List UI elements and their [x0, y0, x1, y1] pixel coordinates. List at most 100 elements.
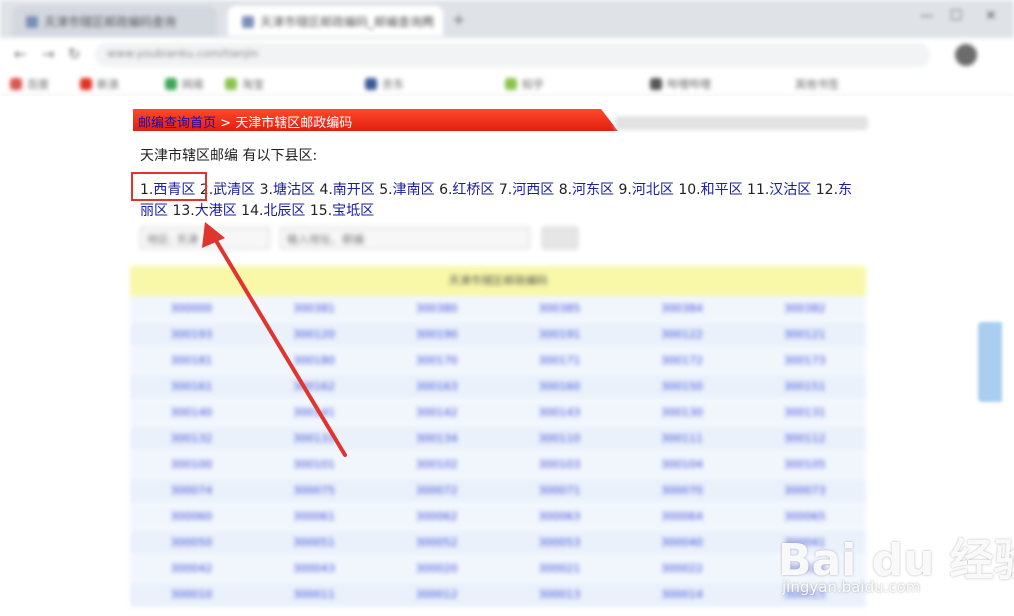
zip-code-link[interactable]: 300062 [375, 504, 498, 529]
zip-code-link[interactable]: 300134 [375, 426, 498, 451]
bookmark-item[interactable]: 网易 [165, 76, 204, 92]
zip-code-link[interactable]: 300382 [743, 296, 866, 321]
zip-code-link[interactable]: 300023 [743, 556, 866, 581]
district-link-hongqiao[interactable]: 红桥区 [452, 182, 494, 198]
zip-code-link[interactable]: 300071 [498, 478, 621, 503]
zip-code-link[interactable]: 300070 [621, 478, 744, 503]
zip-code-link[interactable]: 300131 [743, 400, 866, 425]
zip-code-link[interactable]: 300163 [375, 374, 498, 399]
zip-code-link[interactable]: 300010 [130, 582, 253, 607]
zip-code-link[interactable]: 300060 [130, 504, 253, 529]
zip-code-link[interactable]: 300064 [621, 504, 744, 529]
forward-icon[interactable]: → [42, 45, 55, 63]
zip-code-link[interactable]: 300061 [253, 504, 376, 529]
reload-icon[interactable]: ↻ [68, 45, 81, 63]
district-link-beichen[interactable]: 北辰区 [263, 203, 305, 219]
zip-code-link[interactable]: 300141 [253, 400, 376, 425]
district-link-hexi[interactable]: 河西区 [512, 182, 554, 198]
zip-code-link[interactable]: 300042 [130, 556, 253, 581]
district-link-jinnan[interactable]: 津南区 [393, 182, 435, 198]
zip-code-link[interactable]: 300110 [498, 426, 621, 451]
zip-code-link[interactable]: 300161 [130, 374, 253, 399]
zip-code-link[interactable]: 300000 [130, 296, 253, 321]
bookmark-item[interactable]: 淘宝 [225, 76, 264, 92]
zip-code-link[interactable]: 300105 [743, 452, 866, 477]
zip-code-link[interactable]: 300073 [743, 478, 866, 503]
zip-code-link[interactable]: 300191 [498, 322, 621, 347]
zip-code-link[interactable]: 300100 [130, 452, 253, 477]
district-link-hangu[interactable]: 汉沽区 [769, 182, 811, 198]
bookmark-item[interactable]: 新浪 [80, 76, 119, 92]
zip-code-link[interactable]: 300022 [621, 556, 744, 581]
bookmark-item[interactable]: 哔哩哔哩 [650, 76, 711, 92]
zip-code-link[interactable]: 300063 [498, 504, 621, 529]
bookmark-item[interactable]: 知乎 [505, 76, 544, 92]
zip-code-link[interactable]: 300074 [130, 478, 253, 503]
zip-code-link[interactable]: 300381 [253, 296, 376, 321]
zip-code-link[interactable]: 300053 [498, 530, 621, 555]
zip-code-link[interactable]: 300160 [498, 374, 621, 399]
search-button[interactable] [542, 227, 578, 249]
zip-code-link[interactable]: 300102 [375, 452, 498, 477]
district-link-dagang[interactable]: 大港区 [195, 203, 237, 219]
zip-code-link[interactable]: 300020 [375, 556, 498, 581]
zip-code-link[interactable]: 300384 [621, 296, 744, 321]
zip-code-link[interactable]: 300013 [498, 582, 621, 607]
profile-avatar-icon[interactable] [955, 44, 977, 66]
zip-code-link[interactable]: 300133 [253, 426, 376, 451]
zip-code-link[interactable]: 300015 [743, 582, 866, 607]
zip-code-link[interactable]: 300140 [130, 400, 253, 425]
zip-code-link[interactable]: 300072 [375, 478, 498, 503]
zip-code-link[interactable]: 300122 [621, 322, 744, 347]
zip-code-link[interactable]: 300170 [375, 348, 498, 373]
bookmark-item[interactable]: 其他书签 [795, 76, 839, 92]
zip-code-link[interactable]: 300171 [498, 348, 621, 373]
browser-tab-2[interactable]: 天津市辖区邮政编码_邮编查询网 ✕ [228, 6, 443, 36]
side-feedback-tab[interactable] [978, 322, 1002, 402]
browser-tab-1[interactable]: 天津市辖区邮政编码查询 [12, 6, 217, 36]
zip-code-link[interactable]: 300050 [130, 530, 253, 555]
zip-code-link[interactable]: 300173 [743, 348, 866, 373]
zip-code-link[interactable]: 300172 [621, 348, 744, 373]
zip-code-link[interactable]: 300021 [498, 556, 621, 581]
district-link-heping[interactable]: 和平区 [701, 182, 743, 198]
zip-code-link[interactable]: 300111 [621, 426, 744, 451]
zip-code-link[interactable]: 300012 [375, 582, 498, 607]
zip-code-link[interactable]: 300121 [743, 322, 866, 347]
zip-code-link[interactable]: 300193 [130, 322, 253, 347]
zip-code-link[interactable]: 300385 [498, 296, 621, 321]
maximize-icon[interactable]: ☐ [950, 8, 963, 24]
zip-code-link[interactable]: 300065 [743, 504, 866, 529]
region-select[interactable]: 地区: 天津 [140, 227, 270, 249]
zip-code-link[interactable]: 300040 [621, 530, 744, 555]
close-icon[interactable]: ✕ [423, 13, 433, 27]
zip-code-link[interactable]: 300104 [621, 452, 744, 477]
zip-code-link[interactable]: 300132 [130, 426, 253, 451]
back-icon[interactable]: ← [14, 45, 27, 63]
district-link-tanggu[interactable]: 塘沽区 [273, 182, 315, 198]
bookmark-item[interactable]: 京东 [365, 76, 404, 92]
zip-code-link[interactable]: 300130 [621, 400, 744, 425]
district-link-hedong[interactable]: 河东区 [572, 182, 614, 198]
new-tab-icon[interactable]: + [452, 10, 465, 29]
zip-code-link[interactable]: 300101 [253, 452, 376, 477]
minimize-icon[interactable]: — [920, 8, 934, 24]
zip-code-link[interactable]: 300043 [253, 556, 376, 581]
breadcrumb-home-link[interactable]: 邮编查询首页 [138, 116, 216, 131]
district-link-hebei[interactable]: 河北区 [632, 182, 674, 198]
address-bar[interactable]: www.youbianku.com/tianjin [95, 43, 930, 67]
zip-code-link[interactable]: 300162 [253, 374, 376, 399]
zip-code-link[interactable]: 300120 [253, 322, 376, 347]
zip-code-link[interactable]: 300011 [253, 582, 376, 607]
district-link-wuqing[interactable]: 武清区 [213, 182, 255, 198]
zip-code-link[interactable]: 300051 [253, 530, 376, 555]
zip-code-link[interactable]: 300041 [743, 530, 866, 555]
close-window-icon[interactable]: ✕ [985, 8, 997, 24]
search-input[interactable]: 输入地址、邮编 [280, 227, 530, 249]
zip-code-link[interactable]: 300143 [498, 400, 621, 425]
zip-code-link[interactable]: 300052 [375, 530, 498, 555]
zip-code-link[interactable]: 300180 [253, 348, 376, 373]
zip-code-link[interactable]: 300142 [375, 400, 498, 425]
breadcrumb-current[interactable]: 天津市辖区邮政编码 [235, 116, 352, 131]
zip-code-link[interactable]: 300380 [375, 296, 498, 321]
